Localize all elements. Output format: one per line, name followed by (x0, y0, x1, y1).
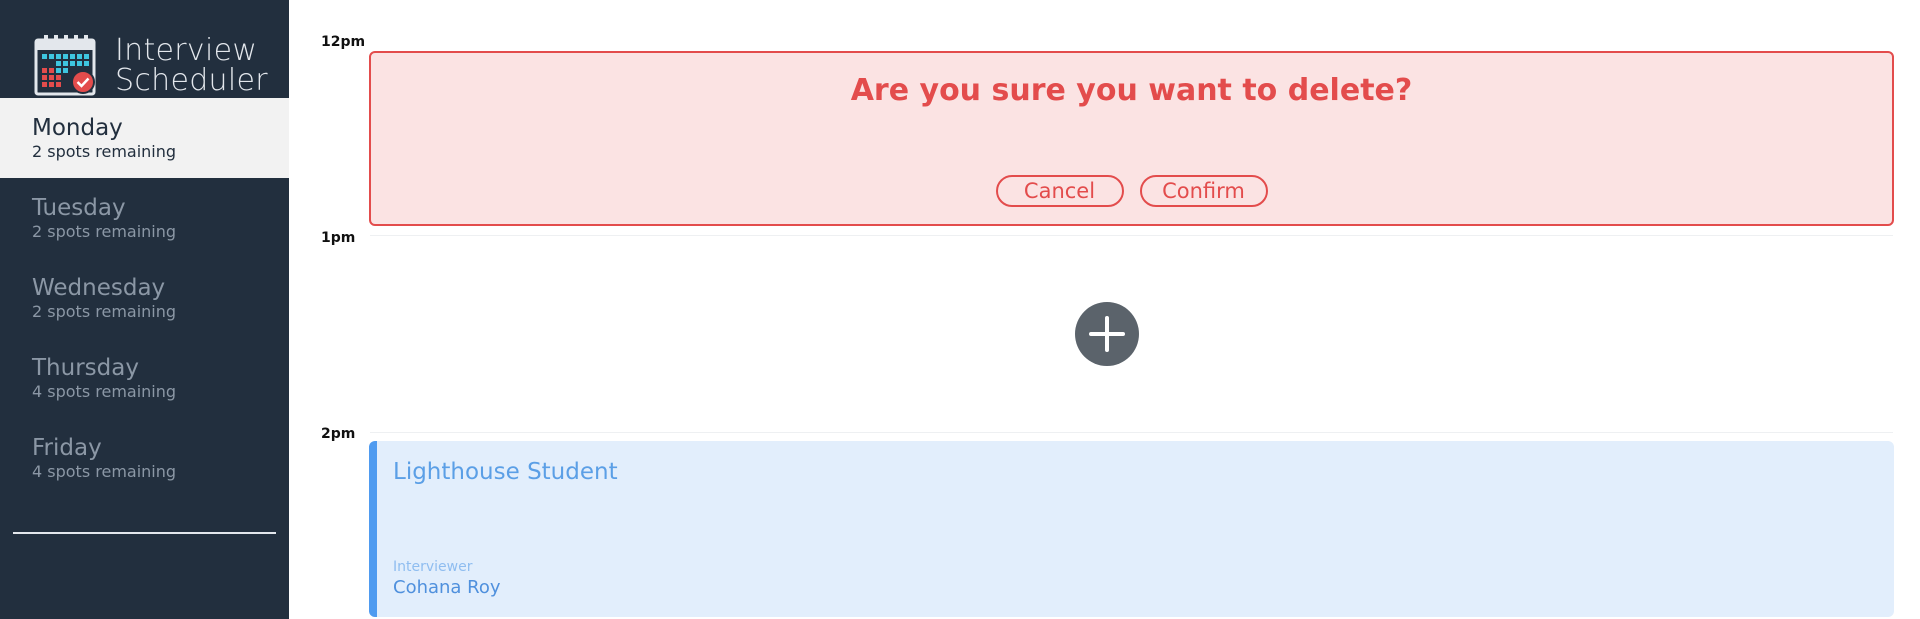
sidebar-divider (13, 532, 276, 534)
sidebar: Interview Scheduler Monday 2 spots remai… (0, 0, 289, 619)
day-spots: 4 spots remaining (32, 382, 177, 401)
time-divider (370, 235, 1893, 236)
interviewer-label: Interviewer (393, 559, 473, 575)
day-spots: 2 spots remaining (32, 222, 177, 241)
day-list: Monday 2 spots remaining Tuesday 2 spots… (0, 98, 289, 498)
day-name: Friday (32, 435, 102, 461)
student-name: Lighthouse Student (393, 459, 618, 485)
day-spots: 2 spots remaining (32, 142, 177, 161)
appointment-card[interactable]: Lighthouse Student Interviewer Cohana Ro… (369, 441, 1894, 617)
day-item-friday[interactable]: Friday 4 spots remaining (0, 418, 289, 498)
confirm-button[interactable]: Confirm (1139, 175, 1268, 207)
plus-icon (1089, 316, 1125, 352)
confirm-message: Are you sure you want to delete? (850, 73, 1413, 108)
logo: Interview Scheduler (33, 34, 268, 98)
app-title-line2: Scheduler (115, 63, 268, 98)
delete-confirmation: Are you sure you want to delete? Cancel … (369, 51, 1894, 226)
day-item-thursday[interactable]: Thursday 4 spots remaining (0, 338, 289, 418)
cancel-button[interactable]: Cancel (995, 175, 1124, 207)
day-spots: 2 spots remaining (32, 302, 177, 321)
day-name: Thursday (32, 355, 139, 381)
time-divider (370, 432, 1893, 433)
day-name: Tuesday (32, 195, 126, 221)
app-title: Interview Scheduler (115, 36, 268, 96)
app-title-line1: Interview (115, 33, 258, 68)
day-item-wednesday[interactable]: Wednesday 2 spots remaining (0, 258, 289, 338)
time-label-1pm: 1pm (321, 230, 356, 246)
day-item-monday[interactable]: Monday 2 spots remaining (0, 98, 289, 178)
day-item-tuesday[interactable]: Tuesday 2 spots remaining (0, 178, 289, 258)
day-spots: 4 spots remaining (32, 462, 177, 481)
interviewer-name: Cohana Roy (393, 577, 501, 598)
time-label-12pm: 12pm (321, 34, 366, 50)
confirm-actions: Cancel Confirm (371, 175, 1892, 207)
add-appointment-button[interactable] (1075, 302, 1139, 366)
day-name: Wednesday (32, 275, 166, 301)
day-name: Monday (32, 115, 123, 141)
time-label-2pm: 2pm (321, 426, 356, 442)
calendar-logo-icon (34, 35, 96, 96)
